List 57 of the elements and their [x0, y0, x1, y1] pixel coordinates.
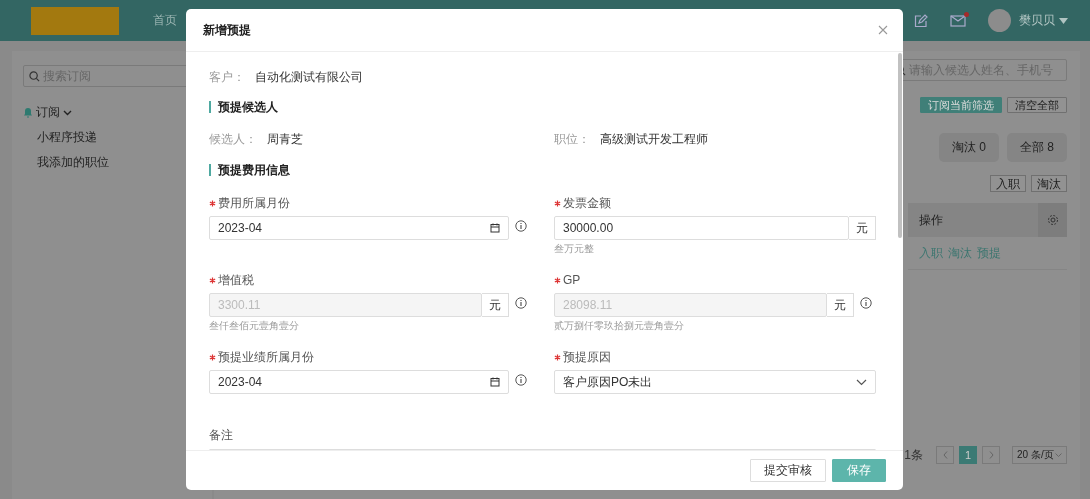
- date-field[interactable]: 2023-04: [209, 216, 509, 240]
- info-label: 职位：: [554, 130, 590, 148]
- page-size-select[interactable]: 20 条/页: [1012, 446, 1067, 464]
- field-label: 备注: [209, 427, 234, 444]
- amount-in-words: 叁仟叁佰元壹角壹分: [209, 319, 300, 333]
- mail-icon[interactable]: [950, 13, 966, 28]
- field-label: GP: [563, 273, 581, 287]
- calendar-icon: [490, 223, 500, 233]
- next-page-button[interactable]: [982, 446, 1000, 464]
- info-label: 候选人：: [209, 130, 257, 148]
- save-button[interactable]: 保存: [832, 459, 886, 482]
- info-value: 周青芝: [267, 130, 303, 148]
- caret-icon[interactable]: [1059, 17, 1068, 24]
- bell-icon: [23, 107, 33, 118]
- field-label: 增值税: [218, 271, 254, 289]
- group-label[interactable]: 订阅: [36, 104, 60, 121]
- chevron-right-icon: [988, 451, 994, 459]
- unit-addon: 元: [849, 216, 876, 240]
- avatar[interactable]: [988, 9, 1011, 32]
- close-icon[interactable]: [877, 24, 889, 36]
- user-name[interactable]: 樊贝贝: [1019, 12, 1055, 29]
- field-label: 发票金额: [563, 194, 611, 212]
- field-label: 预提原因: [563, 348, 611, 366]
- info-value: 高级测试开发工程师: [600, 130, 708, 148]
- filter-button[interactable]: 订阅当前筛选: [920, 97, 1002, 113]
- field-label: 预提业绩所属月份: [218, 348, 314, 366]
- amount-in-words: 叁万元整: [554, 242, 595, 256]
- chevron-down-icon: [1055, 452, 1062, 458]
- filter-button[interactable]: 清空全部: [1007, 97, 1067, 113]
- scrollbar[interactable]: [898, 53, 902, 238]
- action-button[interactable]: 淘汰: [1031, 175, 1067, 192]
- dialog-title: 新增预提: [203, 21, 251, 39]
- nav-link[interactable]: 首页: [153, 12, 177, 29]
- status-tab[interactable]: 全部 8: [1007, 133, 1067, 162]
- section-title: 预提费用信息: [209, 164, 876, 176]
- submit-button[interactable]: 提交审核: [750, 459, 826, 482]
- info-value: 自动化测试有限公司: [255, 69, 363, 86]
- prev-page-button[interactable]: [936, 446, 954, 464]
- select-field[interactable]: 客户原因PO未出: [554, 370, 876, 394]
- amount-in-words: 贰万捌仟零玖拾捌元壹角壹分: [554, 319, 685, 333]
- chevron-down-icon: [856, 378, 867, 386]
- page-button[interactable]: 1: [959, 446, 977, 464]
- action-button[interactable]: 入职: [990, 175, 1026, 192]
- status-tab[interactable]: 淘汰 0: [939, 133, 999, 162]
- date-field[interactable]: 2023-04: [209, 370, 509, 394]
- unit-addon: 元: [482, 293, 509, 317]
- edit-icon[interactable]: [914, 13, 928, 28]
- column-header: 操作: [918, 211, 944, 229]
- total-count: 1条: [904, 446, 923, 464]
- chevron-left-icon: [942, 451, 948, 459]
- settings-icon[interactable]: [1046, 214, 1059, 226]
- section-title: 预提候选人: [209, 101, 876, 113]
- chevron-icon[interactable]: [63, 109, 72, 116]
- unit-addon: 元: [827, 293, 854, 317]
- calendar-icon: [490, 377, 500, 387]
- field-label: 费用所属月份: [218, 194, 290, 212]
- amount-field[interactable]: 30000.00: [554, 216, 849, 240]
